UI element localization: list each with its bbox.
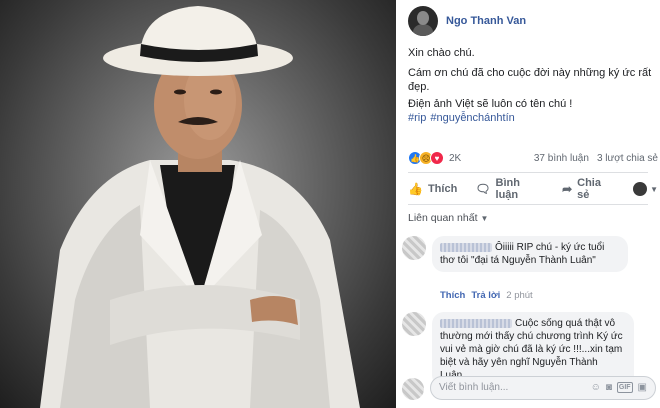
sort-label: Liên quan nhất	[408, 212, 478, 224]
comment-input[interactable]: Viết bình luận... ☺ ◙ GIF ▣	[430, 376, 656, 400]
share-label: Chia sẻ	[577, 177, 601, 201]
share-button[interactable]: ➦ Chia sẻ	[562, 177, 615, 201]
author-avatar[interactable]	[408, 6, 438, 36]
comment-reply-link[interactable]: Trả lời	[471, 290, 500, 301]
reaction-count[interactable]: 2K	[449, 153, 461, 164]
camera-icon[interactable]: ◙	[606, 382, 612, 393]
comment-input-placeholder: Viết bình luận...	[439, 382, 509, 393]
comment-sort-dropdown[interactable]: Liên quan nhất ▼	[408, 212, 488, 224]
composer-tools: ☺ ◙ GIF ▣	[591, 382, 647, 393]
commenter-name[interactable]	[440, 318, 512, 328]
hashtag-link[interactable]: #rip	[408, 112, 426, 124]
sticker-icon[interactable]: ▣	[638, 382, 647, 393]
post-paragraph: Điện ảnh Việt sẽ luôn có tên chú !	[408, 97, 573, 110]
divider	[408, 204, 648, 205]
post-author[interactable]: Ngo Thanh Van	[408, 4, 526, 38]
share-arrow-icon: ➦	[562, 182, 573, 196]
comment-meta: Thích Trả lời 2 phút	[440, 290, 533, 301]
current-user-avatar	[402, 378, 424, 400]
divider	[408, 172, 648, 173]
post-text: Xin chào chú. Cám ơn chú đã cho cuộc đời…	[408, 46, 652, 126]
avatar	[633, 182, 648, 196]
reaction-summary: 👍 ☹ ♥ 2K 37 bình luận 3 lượt chia sẻ	[408, 150, 658, 166]
like-label: Thích	[427, 183, 458, 195]
comment-count[interactable]: 37 bình luận	[534, 153, 589, 164]
reply-composer: Viết bình luận... ☺ ◙ GIF ▣	[402, 376, 658, 402]
chevron-down-icon: ▼	[480, 214, 489, 223]
chevron-down-icon: ▼	[650, 184, 658, 194]
commenter-name[interactable]	[440, 242, 492, 252]
post-paragraph: Xin chào chú.	[408, 47, 475, 59]
gif-icon[interactable]: GIF	[616, 382, 633, 393]
portrait-illustration	[40, 6, 360, 408]
love-reaction-icon[interactable]: ♥	[430, 151, 444, 165]
commenter-avatar[interactable]	[402, 236, 426, 260]
comment-bubble: Ôiiiii RIP chú - ký ức tuổi thơ tôi "đại…	[432, 236, 628, 272]
comment-button[interactable]: 🗨 Bình luận	[475, 177, 544, 201]
post-paragraph: Cám ơn chú đã cho cuộc đời này những ký …	[408, 66, 652, 94]
post-side-panel: Ngo Thanh Van Xin chào chú. Cám ơn chú đ…	[396, 0, 660, 408]
hashtag-link[interactable]: #nguyễnchánhtín	[430, 112, 514, 124]
post-photo[interactable]	[0, 0, 396, 408]
like-button[interactable]: 👍 Thích	[408, 182, 457, 196]
comment-time[interactable]: 2 phút	[506, 290, 532, 301]
comment-item: Ôiiiii RIP chú - ký ức tuổi thơ tôi "đại…	[402, 236, 652, 301]
reaction-identity-selector[interactable]: ▼	[633, 182, 658, 196]
comment-item: Cuộc sống quá thật vô thường mới thấy ch…	[402, 312, 652, 387]
author-name[interactable]: Ngo Thanh Van	[446, 15, 526, 27]
commenter-avatar[interactable]	[402, 312, 426, 336]
comment-label: Bình luận	[495, 177, 520, 201]
emoji-icon[interactable]: ☺	[591, 382, 601, 393]
comment-like-link[interactable]: Thích	[440, 290, 465, 301]
post-actions: 👍 Thích 🗨 Bình luận ➦ Chia sẻ ▼	[408, 177, 658, 201]
share-count[interactable]: 3 lượt chia sẻ	[597, 153, 658, 164]
post-hashtags: #rip #nguyễnchánhtín	[408, 111, 652, 126]
thumbs-up-icon: 👍	[408, 182, 423, 196]
speech-bubble-icon: 🗨	[475, 182, 491, 196]
